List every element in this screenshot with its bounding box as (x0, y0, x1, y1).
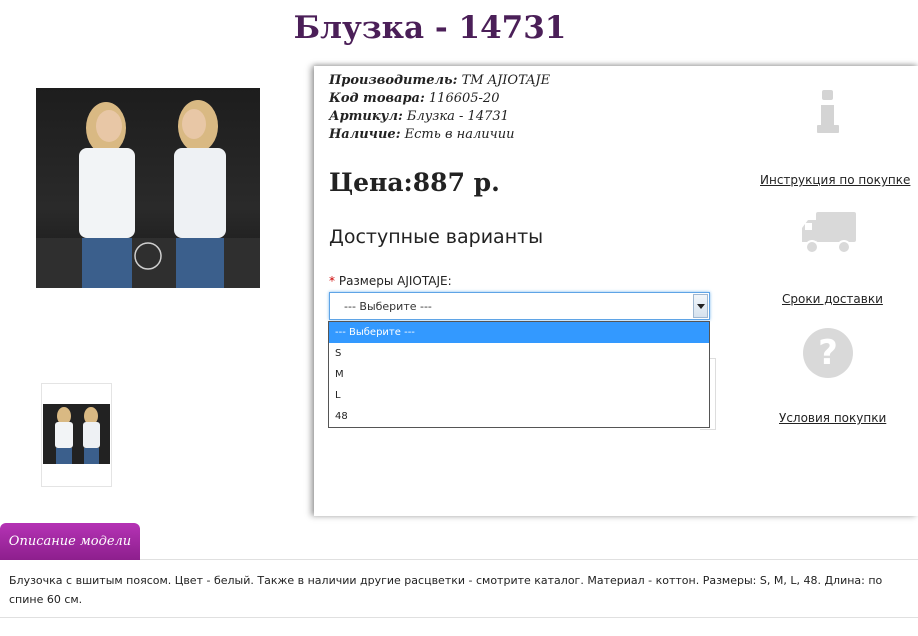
bottom-divider (0, 617, 918, 618)
instructions-block: Инструкция по покупке (760, 169, 910, 188)
dropdown-option[interactable]: S (329, 343, 709, 364)
variants-heading: Доступные варианты (329, 226, 544, 248)
size-label-text: Размеры AJIOTAJE: (338, 274, 452, 288)
availability-label: Наличие: (329, 127, 401, 142)
dropdown-option[interactable]: 48 (329, 406, 709, 427)
delivery-link[interactable]: Сроки доставки (782, 292, 883, 306)
manufacturer-value: ТМ AJIOTAJE (461, 73, 551, 88)
article-label: Артикул: (329, 109, 403, 124)
product-thumbnail[interactable] (41, 383, 112, 487)
product-main-image[interactable] (36, 88, 260, 288)
product-photo (36, 100, 260, 288)
product-description: Блузочка с вшитым поясом. Цвет - белый. … (9, 574, 883, 606)
thumbnail-image (43, 404, 110, 464)
manufacturer-row: Производитель: ТМ AJIOTAJE (329, 72, 550, 90)
article-row: Артикул: Блузка - 14731 (329, 108, 550, 126)
conditions-block: Условия покупки (779, 407, 886, 426)
code-label: Код товара: (329, 91, 425, 106)
article-value: Блузка - 14731 (406, 109, 509, 124)
dropdown-option[interactable]: L (329, 385, 709, 406)
product-meta: Производитель: ТМ AJIOTAJE Код товара: 1… (329, 72, 550, 144)
availability-value: Есть в наличии (404, 127, 515, 142)
size-select-value: --- Выберите --- (344, 300, 432, 313)
dropdown-option[interactable]: M (329, 364, 709, 385)
truck-icon (802, 212, 856, 254)
delivery-block: Сроки доставки (782, 288, 883, 307)
size-label: * Размеры AJIOTAJE: (329, 274, 452, 288)
conditions-link[interactable]: Условия покупки (779, 411, 886, 425)
info-icon (817, 90, 839, 133)
instructions-link[interactable]: Инструкция по покупке (760, 173, 910, 187)
size-dropdown-list[interactable]: --- Выберите --- S M L 48 (328, 321, 710, 428)
chevron-down-icon[interactable] (693, 294, 708, 318)
question-icon: ? (803, 328, 853, 378)
dropdown-option[interactable]: --- Выберите --- (329, 322, 709, 343)
code-value: 116605-20 (428, 91, 500, 106)
availability-row: Наличие: Есть в наличии (329, 126, 550, 144)
code-row: Код товара: 116605-20 (329, 90, 550, 108)
product-price: Цена:887 р. (329, 168, 500, 197)
manufacturer-label: Производитель: (329, 73, 458, 88)
tab-description[interactable]: Описание модели (0, 523, 140, 560)
required-mark: * (329, 274, 335, 288)
size-select[interactable]: --- Выберите --- (329, 292, 710, 320)
page-title: Блузка - 14731 (293, 10, 567, 46)
